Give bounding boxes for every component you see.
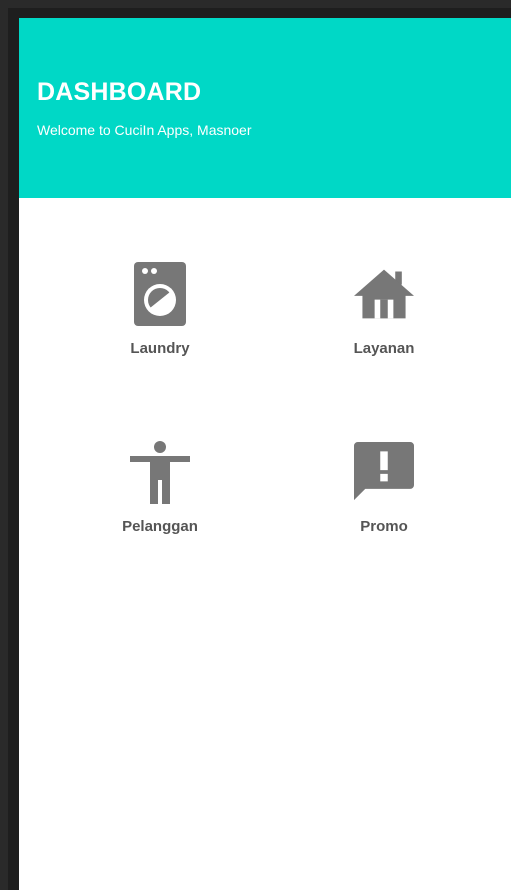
menu-label-promo: Promo xyxy=(360,518,408,535)
menu-item-pelanggan[interactable]: Pelanggan xyxy=(70,436,250,556)
feedback-exclamation-icon xyxy=(354,436,414,508)
menu-item-layanan[interactable]: Layanan xyxy=(294,258,474,378)
device-frame: DASHBOARD Welcome to CuciIn Apps, Masnoe… xyxy=(8,8,511,890)
dashboard-header: DASHBOARD Welcome to CuciIn Apps, Masnoe… xyxy=(19,18,511,198)
menu-label-pelanggan: Pelanggan xyxy=(122,518,198,535)
app-screen: DASHBOARD Welcome to CuciIn Apps, Masnoe… xyxy=(19,18,511,890)
washing-machine-icon xyxy=(130,258,190,330)
menu-label-laundry: Laundry xyxy=(130,340,190,357)
menu-label-layanan: Layanan xyxy=(353,340,415,357)
menu-item-laundry[interactable]: Laundry xyxy=(70,258,250,378)
page-title: DASHBOARD xyxy=(37,78,202,106)
accessibility-person-icon xyxy=(130,436,190,508)
house-icon xyxy=(354,258,414,330)
welcome-text: Welcome to CuciIn Apps, Masnoer xyxy=(37,122,252,138)
menu-item-promo[interactable]: Promo xyxy=(294,436,474,556)
